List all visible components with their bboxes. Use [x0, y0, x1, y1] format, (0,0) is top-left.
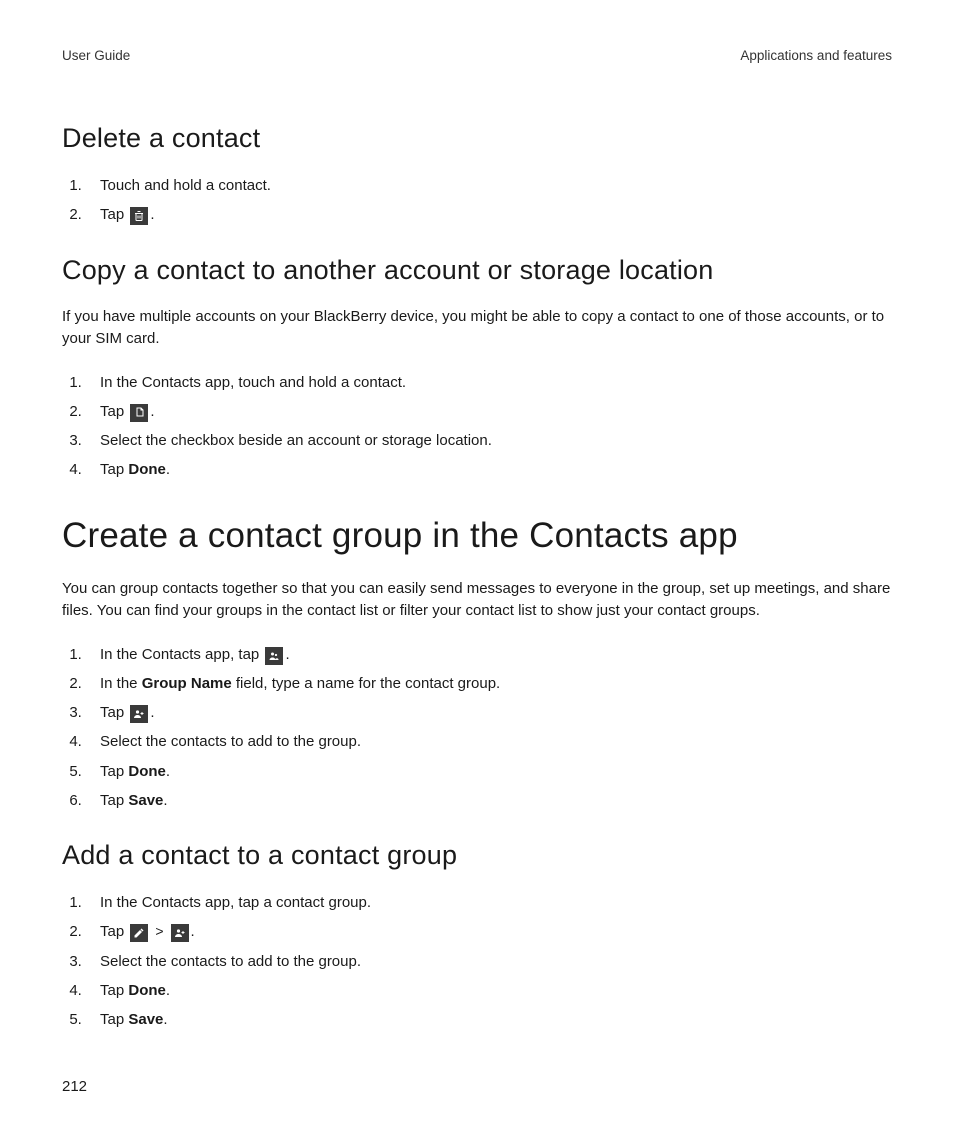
create-step-4: Select the contacts to add to the group. — [86, 730, 892, 753]
text: Tap — [100, 982, 128, 999]
copy-icon — [130, 404, 148, 422]
text: . — [163, 1011, 167, 1028]
text: . — [191, 923, 195, 940]
group-icon — [265, 647, 283, 665]
group-name-label: Group Name — [142, 675, 232, 692]
header-left: User Guide — [62, 48, 130, 63]
copy-step-3: Select the checkbox beside an account or… — [86, 429, 892, 452]
text: Tap — [100, 461, 128, 478]
text: . — [285, 646, 289, 663]
delete-step-1: Touch and hold a contact. — [86, 174, 892, 197]
text: . — [166, 461, 170, 478]
done-label: Done — [128, 763, 166, 780]
text: . — [166, 982, 170, 999]
heading-copy: Copy a contact to another account or sto… — [62, 255, 892, 286]
add-step-3: Select the contacts to add to the group. — [86, 950, 892, 973]
create-step-3: Tap . — [86, 701, 892, 724]
heading-add: Add a contact to a contact group — [62, 840, 892, 871]
add-person-icon — [130, 705, 148, 723]
text: Tap — [100, 1011, 128, 1028]
add-step-2: Tap >. — [86, 920, 892, 943]
list-delete: Touch and hold a contact. Tap . — [62, 174, 892, 227]
chevron-right-icon: > — [155, 921, 163, 943]
heading-create: Create a contact group in the Contacts a… — [62, 516, 892, 556]
text: field, type a name for the contact group… — [232, 675, 501, 692]
text: . — [163, 792, 167, 809]
create-step-2: In the Group Name field, type a name for… — [86, 672, 892, 695]
text: Tap — [100, 923, 128, 940]
text: . — [150, 403, 154, 420]
page-header: User Guide Applications and features — [62, 48, 892, 63]
delete-step-2: Tap . — [86, 203, 892, 226]
heading-delete: Delete a contact — [62, 123, 892, 154]
text: Tap — [100, 403, 128, 420]
create-step-1: In the Contacts app, tap . — [86, 643, 892, 666]
text: Tap — [100, 704, 128, 721]
add-person-icon — [171, 924, 189, 942]
trash-icon — [130, 207, 148, 225]
copy-step-2: Tap . — [86, 400, 892, 423]
edit-icon — [130, 924, 148, 942]
header-right: Applications and features — [740, 48, 892, 63]
copy-step-1: In the Contacts app, touch and hold a co… — [86, 371, 892, 394]
save-label: Save — [128, 792, 163, 809]
page: User Guide Applications and features Del… — [0, 0, 954, 1145]
add-step-1: In the Contacts app, tap a contact group… — [86, 891, 892, 914]
copy-step-4: Tap Done. — [86, 458, 892, 481]
text: . — [150, 704, 154, 721]
text: Tap — [100, 763, 128, 780]
text: . — [150, 206, 154, 223]
add-step-4: Tap Done. — [86, 979, 892, 1002]
save-label: Save — [128, 1011, 163, 1028]
done-label: Done — [128, 461, 166, 478]
text: Tap — [100, 206, 128, 223]
page-number: 212 — [62, 1078, 87, 1095]
list-copy: In the Contacts app, touch and hold a co… — [62, 371, 892, 482]
done-label: Done — [128, 982, 166, 999]
add-step-5: Tap Save. — [86, 1008, 892, 1031]
create-intro: You can group contacts together so that … — [62, 578, 892, 623]
copy-intro: If you have multiple accounts on your Bl… — [62, 306, 892, 351]
text: In the Contacts app, tap — [100, 646, 263, 663]
create-step-6: Tap Save. — [86, 789, 892, 812]
text: Tap — [100, 792, 128, 809]
text: . — [166, 763, 170, 780]
list-create: In the Contacts app, tap . In the Group … — [62, 643, 892, 813]
create-step-5: Tap Done. — [86, 760, 892, 783]
text: In the — [100, 675, 142, 692]
list-add: In the Contacts app, tap a contact group… — [62, 891, 892, 1031]
